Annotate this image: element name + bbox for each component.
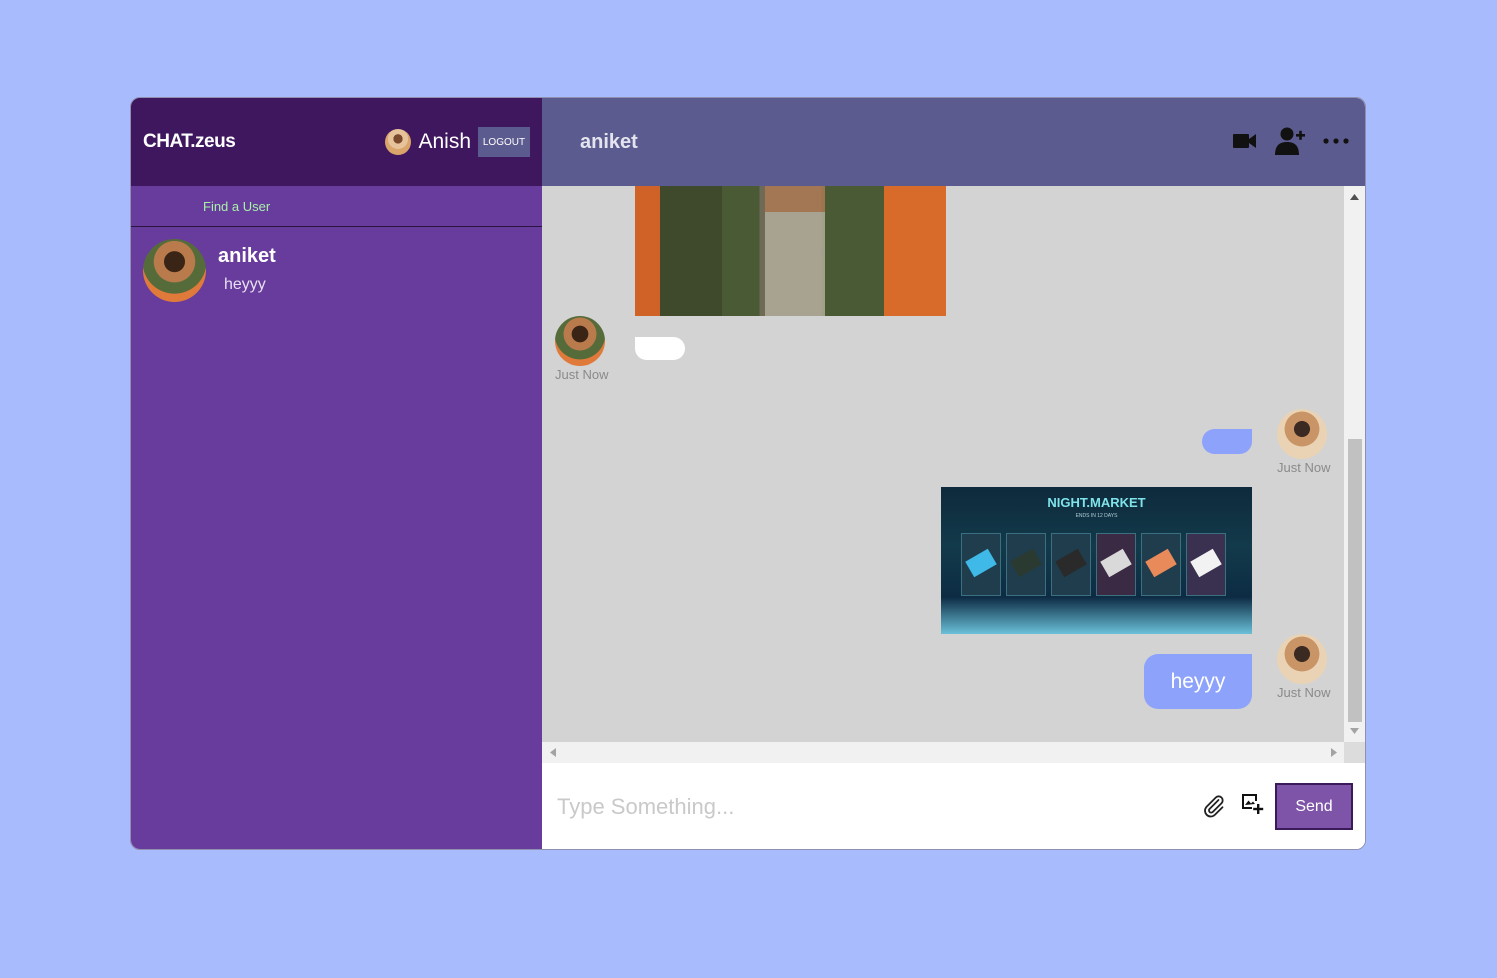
current-user-avatar — [385, 129, 412, 155]
horizontal-scrollbar[interactable] — [542, 742, 1345, 763]
chat-header: aniket — [542, 98, 1365, 186]
message-input[interactable] — [557, 794, 1177, 820]
chat-panel: aniket Just Now Just Now NIGHT.MARKET EN… — [542, 98, 1365, 849]
chat-name: aniket — [218, 245, 276, 267]
scroll-up-icon[interactable] — [1350, 194, 1359, 200]
video-camera-icon[interactable] — [1233, 133, 1257, 149]
image-card — [961, 533, 1001, 596]
scroll-left-icon[interactable] — [550, 748, 556, 757]
chat-avatar — [143, 239, 206, 302]
image-card — [1186, 533, 1226, 596]
more-icon[interactable] — [1323, 138, 1349, 144]
image-card — [1096, 533, 1136, 596]
chat-title: aniket — [580, 130, 638, 153]
message-composer: Send — [542, 763, 1365, 849]
add-image-icon[interactable] — [1240, 792, 1264, 821]
message-timestamp: Just Now — [1277, 685, 1331, 700]
paperclip-icon[interactable] — [1202, 794, 1226, 823]
logout-button[interactable]: LOGOUT — [478, 127, 530, 157]
sent-message-bubble: heyyy — [1144, 654, 1252, 709]
chat-last-message: heyyy — [224, 276, 266, 293]
chat-list-item[interactable]: aniket heyyy — [131, 227, 542, 315]
sidebar: CHAT.zeus Anish LOGOUT aniket heyyy — [131, 98, 542, 849]
scroll-down-icon[interactable] — [1350, 728, 1359, 734]
chat-app-window: CHAT.zeus Anish LOGOUT aniket heyyy anik… — [130, 97, 1366, 850]
own-avatar — [1277, 634, 1327, 684]
app-logo: CHAT.zeus — [143, 131, 236, 152]
chat-header-actions — [1233, 126, 1349, 156]
sidebar-header: CHAT.zeus Anish LOGOUT — [131, 98, 542, 186]
sender-avatar — [555, 316, 605, 366]
image-card — [1051, 533, 1091, 596]
message-list[interactable]: Just Now Just Now NIGHT.MARKET ENDS IN 1… — [542, 186, 1345, 742]
image-card — [1141, 533, 1181, 596]
chat-info: aniket heyyy — [218, 239, 276, 294]
scrollbar-corner — [1344, 742, 1365, 763]
send-button[interactable]: Send — [1275, 783, 1353, 830]
find-user-input[interactable] — [203, 198, 503, 214]
scroll-right-icon[interactable] — [1331, 748, 1337, 757]
sent-image-message[interactable]: NIGHT.MARKET ENDS IN 12 DAYS — [941, 487, 1252, 634]
sent-message-bubble — [1202, 429, 1252, 454]
own-avatar — [1277, 409, 1327, 459]
received-message-bubble — [635, 337, 685, 360]
image-card — [1006, 533, 1046, 596]
vertical-scrollbar[interactable] — [1344, 186, 1365, 742]
user-search — [131, 186, 542, 227]
message-timestamp: Just Now — [1277, 460, 1331, 475]
vertical-scroll-thumb[interactable] — [1348, 439, 1362, 722]
current-user: Anish LOGOUT — [385, 127, 530, 157]
image-subtitle: ENDS IN 12 DAYS — [1075, 513, 1118, 519]
received-image-message[interactable] — [635, 186, 946, 316]
message-timestamp: Just Now — [555, 367, 609, 382]
image-title: NIGHT.MARKET — [1047, 495, 1146, 510]
add-user-icon[interactable] — [1275, 126, 1305, 156]
current-user-name: Anish — [418, 130, 471, 153]
